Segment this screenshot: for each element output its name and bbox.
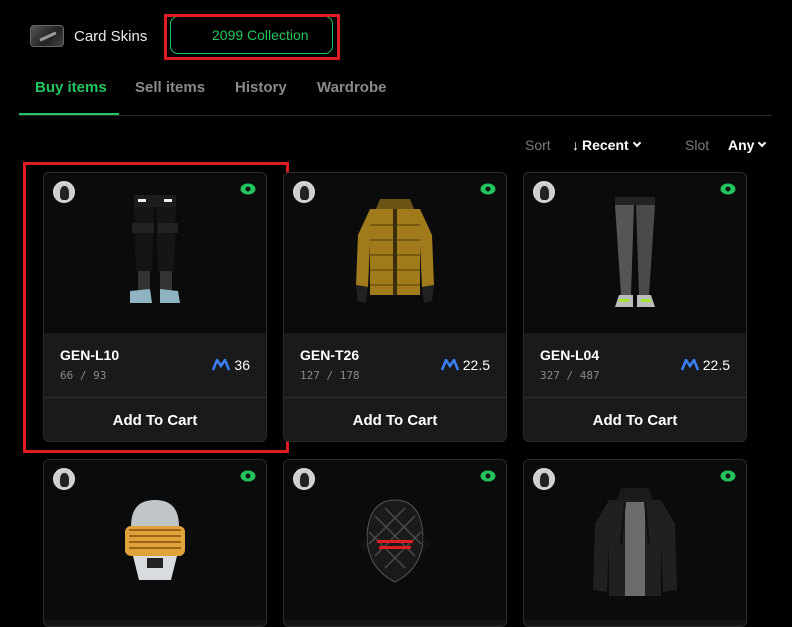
- tab-wardrobe[interactable]: Wardrobe: [317, 79, 386, 96]
- highlight-box: [23, 162, 289, 453]
- sort-label: Sort: [525, 137, 551, 153]
- jacket-image: [356, 199, 434, 303]
- item-count: 127 / 178: [300, 369, 360, 382]
- highlight-box: [164, 14, 340, 60]
- item-card[interactable]: [43, 459, 267, 627]
- price-value: 22.5: [462, 357, 490, 373]
- collection-tab-card-skins[interactable]: Card Skins: [30, 24, 147, 48]
- item-image: [44, 460, 266, 620]
- tab-buy-items[interactable]: Buy items: [35, 79, 107, 96]
- owner-avatar: [53, 468, 75, 490]
- item-name: GEN-L04: [540, 347, 600, 363]
- tab-sell-items[interactable]: Sell items: [135, 79, 205, 96]
- token-icon: [680, 359, 699, 371]
- item-name: GEN-T26: [300, 347, 360, 363]
- item-price: 22.5: [440, 357, 490, 373]
- item-card[interactable]: GEN-L04 327 / 487 22.5 Add To Cart: [523, 172, 747, 442]
- collection-label: Card Skins: [74, 27, 148, 45]
- owner-avatar: [533, 468, 555, 490]
- add-to-cart-button[interactable]: Add To Cart: [284, 398, 506, 441]
- item-card[interactable]: [283, 459, 507, 627]
- mask-image: [359, 499, 431, 583]
- slot-value: Any: [728, 137, 755, 153]
- card-skin-icon: [30, 25, 64, 47]
- owner-avatar: [293, 181, 315, 203]
- item-card[interactable]: [523, 459, 747, 627]
- eye-icon[interactable]: [480, 183, 496, 195]
- owner-avatar: [533, 181, 555, 203]
- item-image: [524, 173, 746, 333]
- eye-icon[interactable]: [720, 183, 736, 195]
- jacket-image: [593, 488, 677, 596]
- arrow-down-icon: ↓: [572, 137, 579, 153]
- chevron-down-icon: [758, 138, 767, 148]
- eye-icon[interactable]: [480, 470, 496, 482]
- eye-icon[interactable]: [720, 470, 736, 482]
- item-image: [284, 173, 506, 333]
- tab-history[interactable]: History: [235, 79, 287, 96]
- owner-avatar: [293, 468, 315, 490]
- helmet-image: [125, 500, 185, 580]
- add-to-cart-button[interactable]: Add To Cart: [524, 398, 746, 441]
- sort-dropdown[interactable]: ↓ Recent: [572, 137, 641, 153]
- token-icon: [440, 359, 459, 371]
- divider: [19, 115, 772, 116]
- price-value: 22.5: [702, 357, 730, 373]
- item-price: 22.5: [680, 357, 730, 373]
- sort-value: Recent: [582, 137, 629, 153]
- item-card[interactable]: GEN-T26 127 / 178 22.5 Add To Cart: [283, 172, 507, 442]
- item-image: [284, 460, 506, 620]
- slot-dropdown[interactable]: Any: [728, 137, 767, 153]
- item-count: 327 / 487: [540, 369, 600, 382]
- slot-label: Slot: [685, 137, 710, 153]
- item-image: [524, 460, 746, 620]
- leggings-image: [615, 197, 655, 307]
- eye-icon[interactable]: [240, 470, 256, 482]
- chevron-down-icon: [632, 138, 641, 148]
